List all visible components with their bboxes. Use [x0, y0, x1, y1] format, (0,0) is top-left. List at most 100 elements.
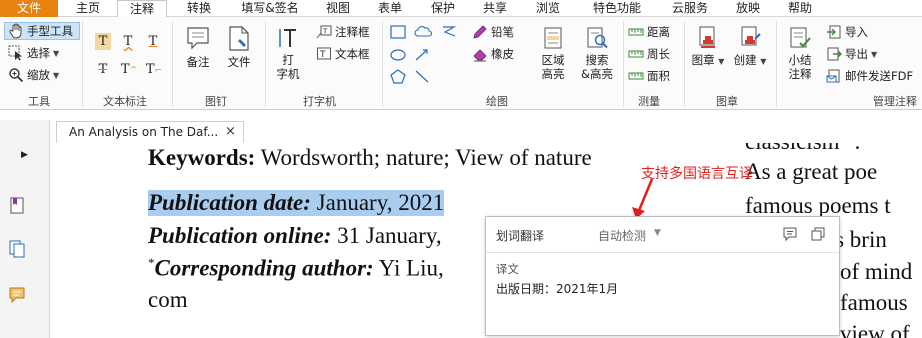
hand-tool-label: 手型工具	[27, 24, 73, 38]
squiggly-text-icon[interactable]: T	[120, 33, 136, 50]
email-fdf-button[interactable]: 邮件发送FDF	[826, 67, 913, 85]
callout-button[interactable]: T 注释框	[316, 23, 370, 41]
file-attach-label: 文件	[227, 55, 251, 69]
create-stamp-label: 创建	[733, 53, 757, 67]
typewriter-button[interactable]: 打 字机	[272, 25, 304, 81]
underline-text-icon[interactable]: T	[145, 33, 161, 50]
stamp-icon	[699, 26, 715, 48]
stamp-button[interactable]: 图章 ▼	[690, 25, 726, 69]
annotation-arrow-icon	[632, 178, 654, 219]
menu-home[interactable]: 主页	[66, 0, 110, 17]
strikeout-text-icon[interactable]: T	[95, 61, 111, 78]
menu-protect[interactable]: 保护	[423, 0, 463, 17]
right-column-line: of mind	[840, 259, 913, 284]
textbox-label: 文本框	[335, 47, 370, 61]
highlight-text-icon[interactable]: T	[95, 33, 111, 50]
zoom-icon	[9, 68, 24, 83]
pencil-button[interactable]: 铅笔	[472, 23, 514, 41]
search-highlight-button[interactable]: 搜索 &高亮	[577, 25, 617, 81]
group-label-text-markup: 文本标注	[103, 95, 147, 108]
bookmark-icon[interactable]	[8, 196, 26, 214]
polyline-icon[interactable]	[441, 24, 457, 39]
eraser-button[interactable]: 橡皮	[472, 45, 514, 63]
corresponding-author-line: *Corresponding author: Yi Liu,	[148, 255, 444, 282]
group-divider	[82, 21, 83, 107]
corresponding-author-value: Yi Liu,	[373, 255, 444, 281]
area-label: 面积	[647, 69, 670, 83]
area-highlight-button[interactable]: 区域 高亮	[536, 25, 570, 81]
menu-share[interactable]: 共享	[475, 0, 515, 17]
menu-bar: 文件 主页 注释 转换 填写&签名 视图 表单 保护 共享 浏览 特色功能 云服…	[0, 0, 922, 18]
menu-view[interactable]: 视图	[318, 0, 358, 17]
select-tool-button[interactable]: 选择 ▼	[8, 44, 59, 62]
export-button[interactable]: 导出 ▼	[826, 45, 877, 63]
group-label-typewriter: 打字机	[303, 95, 336, 108]
hand-tool-button[interactable]: 手型工具	[4, 22, 80, 40]
menu-slideshow[interactable]: 放映	[728, 0, 768, 17]
perimeter-ruler-icon	[628, 50, 644, 58]
perimeter-button[interactable]: 周长	[628, 45, 670, 63]
comment-icon[interactable]	[782, 226, 798, 242]
chevron-down-icon[interactable]: ▼	[654, 228, 661, 238]
line-icon[interactable]	[414, 69, 430, 84]
stamp-label: 图章	[691, 53, 715, 67]
group-divider	[382, 21, 383, 107]
left-sidebar: ▶	[0, 120, 50, 338]
language-detect-dropdown[interactable]: 自动检测	[598, 227, 646, 244]
replace-text-icon[interactable]: T^	[120, 61, 138, 78]
eraser-label: 橡皮	[491, 47, 514, 61]
group-divider	[265, 21, 266, 107]
note-button[interactable]: 备注	[182, 25, 214, 69]
pages-thumbnail-icon[interactable]	[8, 240, 26, 258]
comments-panel-icon[interactable]	[8, 286, 26, 304]
copy-icon[interactable]	[810, 226, 826, 242]
group-divider	[172, 21, 173, 107]
menu-form[interactable]: 表单	[370, 0, 410, 17]
document-tab[interactable]: An Analysis on The Daf... ×	[56, 121, 244, 143]
export-dropdown-icon: ▼	[871, 49, 878, 59]
summarize-label-1: 小结	[788, 53, 812, 67]
menu-cloud[interactable]: 云服务	[663, 0, 717, 17]
area-highlight-label-1: 区域	[541, 53, 565, 67]
hand-icon	[9, 23, 22, 39]
publication-date-line[interactable]: Publication date: January, 2021	[148, 190, 445, 216]
summarize-label-2: 注释	[788, 67, 812, 81]
import-label: 导入	[845, 25, 868, 39]
polygon-icon[interactable]	[390, 69, 406, 84]
menu-comment[interactable]: 注释	[117, 0, 167, 18]
zoom-dropdown-icon: ▼	[53, 70, 60, 80]
zoom-tool-button[interactable]: 缩放 ▼	[8, 66, 59, 84]
menu-convert[interactable]: 转换	[177, 0, 221, 17]
menu-help[interactable]: 帮助	[780, 0, 820, 17]
oval-icon[interactable]	[390, 48, 406, 62]
area-highlight-label-2: 高亮	[541, 67, 565, 81]
typewriter-label-line2: 字机	[276, 67, 300, 81]
group-label-tools: 工具	[28, 95, 50, 108]
distance-ruler-icon	[628, 28, 644, 36]
group-label-stamp: 图章	[716, 95, 738, 108]
textbox-button[interactable]: T 文本框	[316, 45, 370, 63]
document-tab-title: An Analysis on The Daf...	[69, 125, 219, 139]
create-stamp-icon	[741, 26, 761, 46]
insert-text-icon[interactable]: T⌐	[145, 61, 163, 78]
menu-fill-sign[interactable]: 填写&签名	[233, 0, 307, 17]
create-stamp-button[interactable]: 创建 ▼	[732, 25, 768, 69]
menu-browse[interactable]: 浏览	[528, 0, 568, 17]
distance-button[interactable]: 距离	[628, 23, 670, 41]
translation-popup-title: 划词翻译	[496, 229, 545, 243]
arrow-line-icon[interactable]	[414, 48, 430, 62]
search-highlight-label-2: &高亮	[581, 67, 613, 81]
import-button[interactable]: 导入	[826, 23, 868, 41]
rectangle-icon[interactable]	[390, 25, 406, 39]
close-tab-icon[interactable]: ×	[225, 124, 236, 139]
summarize-comments-button[interactable]: 小结 注释	[784, 25, 816, 81]
menu-features[interactable]: 特色功能	[584, 0, 650, 17]
menu-file[interactable]: 文件	[0, 0, 58, 17]
translation-popup: 划词翻译 自动检测 ▼ 译文 出版日期：2021年1月	[485, 216, 840, 336]
export-icon	[827, 47, 842, 61]
expand-sidebar-icon[interactable]: ▶	[21, 150, 28, 160]
cloud-icon[interactable]	[414, 24, 432, 39]
area-button[interactable]: 面积	[628, 67, 670, 85]
file-attach-button[interactable]: 文件	[222, 25, 256, 69]
keywords-value: Wordsworth; nature; View of nature	[255, 145, 592, 170]
